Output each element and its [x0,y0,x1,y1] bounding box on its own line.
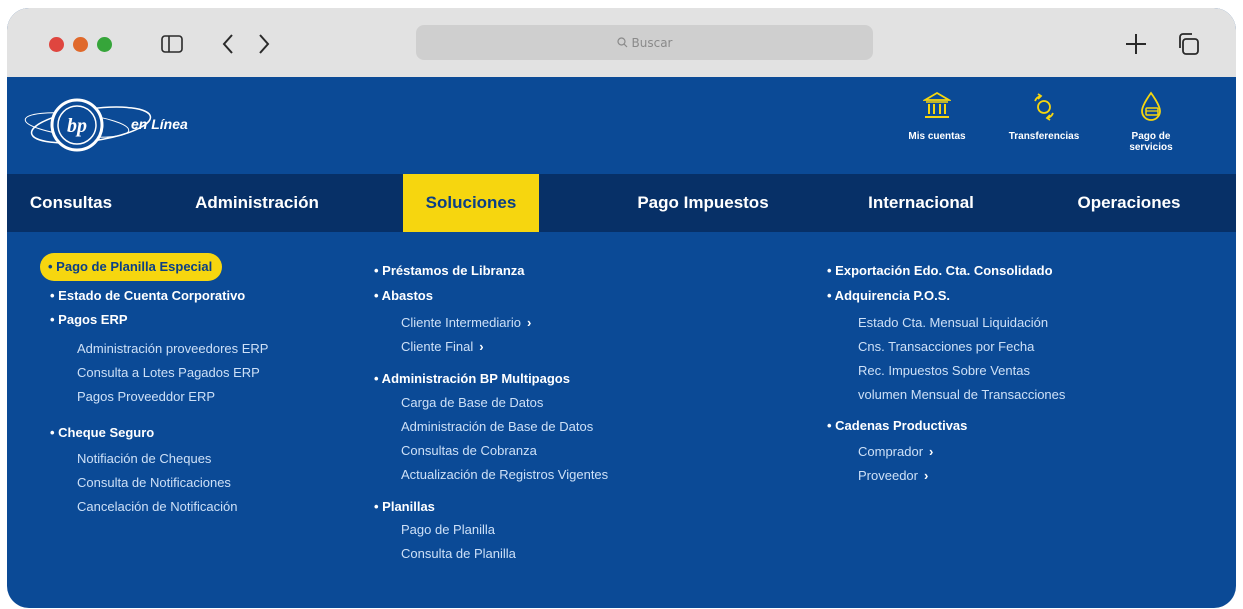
submenu-item[interactable]: Consultas de Cobranza [401,443,537,458]
water-drop-icon [1101,87,1201,125]
nav-tab-soluciones[interactable]: Soluciones [403,174,539,232]
submenu-item[interactable]: Pagos Proveeddor ERP [77,389,215,404]
submenu-item[interactable]: Carga de Base de Datos [401,395,543,410]
submenu-item[interactable]: Actualización de Registros Vigentes [401,467,608,482]
submenu-item[interactable]: Consulta a Lotes Pagados ERP [77,365,260,380]
site-header: bp en Línea Mis cuentas Transferencias P… [7,77,1236,174]
submenu-item[interactable]: Administración de Base de Datos [401,419,593,434]
submenu-item[interactable]: Consulta de Planilla [401,546,516,561]
browser-toolbar: Buscar [7,8,1236,77]
search-icon [616,37,627,48]
minimize-window-button[interactable] [73,37,88,52]
nav-tab-pago-impuestos[interactable]: Pago Impuestos [613,174,793,232]
maximize-window-button[interactable] [97,37,112,52]
logo-mark-text: bp [67,115,87,137]
submenu-item-cliente-intermediario[interactable]: Cliente Intermediario › [401,315,531,330]
chevron-right-icon: › [929,444,934,459]
menu-item-exportacion[interactable]: • Exportación Edo. Cta. Consolidado [827,263,1053,278]
chevron-right-icon: › [479,339,484,354]
menu-item-prestamos-libranza[interactable]: • Préstamos de Libranza [374,263,525,278]
chevron-right-icon: › [526,315,532,330]
menu-item-cadenas-productivas[interactable]: • Cadenas Productivas [827,418,967,433]
nav-tab-internacional[interactable]: Internacional [850,174,992,232]
submenu-item[interactable]: Administración proveedores ERP [77,341,268,356]
nav-tab-operaciones[interactable]: Operaciones [1054,174,1204,232]
main-nav: Consultas Administración Soluciones Pago… [7,174,1236,232]
submenu-item[interactable]: volumen Mensual de Transacciones [858,387,1065,402]
menu-item-estado-cuenta-corporativo[interactable]: • Estado de Cuenta Corporativo [50,288,245,303]
new-tab-icon[interactable] [1122,30,1150,58]
menu-item-cheque-seguro[interactable]: • Cheque Seguro [50,425,154,440]
nav-tab-consultas[interactable]: Consultas [7,174,135,232]
nav-tab-administracion[interactable]: Administración [175,174,339,232]
bp-en-linea-logo[interactable]: bp en Línea [21,89,191,159]
chevron-right-icon: › [923,468,929,483]
logo-text: en Línea [131,116,188,132]
menu-item-pagos-erp[interactable]: • Pagos ERP [50,312,128,327]
submenu-item[interactable]: Estado Cta. Mensual Liquidación [858,315,1048,330]
menu-item-planillas[interactable]: • Planillas [374,499,435,514]
back-icon[interactable] [214,30,242,58]
sidebar-toggle-icon[interactable] [158,30,186,58]
menu-item-bp-multipagos[interactable]: • Administración BP Multipagos [374,371,570,386]
menu-item-pago-planilla-especial[interactable]: • Pago de Planilla Especial [40,253,223,281]
submenu-item-proveedor[interactable]: Proveedor › [858,468,928,483]
search-input[interactable]: Buscar [416,25,873,60]
submenu-item-cliente-final[interactable]: Cliente Final › [401,339,484,354]
bank-icon [887,87,987,125]
submenu-item[interactable]: Cancelación de Notificación [77,499,237,514]
tabs-overview-icon[interactable] [1174,30,1202,58]
menu-item-abastos[interactable]: • Abastos [374,288,433,303]
soluciones-menu: • Pago de Planilla Especial • Estado de … [7,232,1236,608]
quick-link-mis-cuentas[interactable]: Mis cuentas [887,87,987,142]
browser-window: Buscar bp en Línea Mis cuentas Transfere… [7,8,1236,608]
submenu-item[interactable]: Rec. Impuestos Sobre Ventas [858,363,1030,378]
close-window-button[interactable] [49,37,64,52]
search-placeholder: Buscar [631,35,673,50]
quick-link-transferencias[interactable]: Transferencias [994,87,1094,142]
forward-icon[interactable] [250,30,278,58]
submenu-item[interactable]: Notifiación de Cheques [77,451,211,466]
submenu-item[interactable]: Pago de Planilla [401,522,495,537]
submenu-item-comprador[interactable]: Comprador › [858,444,933,459]
submenu-item[interactable]: Cns. Transacciones por Fecha [858,339,1034,354]
submenu-item[interactable]: Consulta de Notificaciones [77,475,231,490]
menu-item-adquirencia-pos[interactable]: • Adquirencia P.O.S. [827,288,950,303]
quick-link-pago-servicios[interactable]: Pago de servicios [1101,87,1201,153]
transfer-icon [994,87,1094,125]
